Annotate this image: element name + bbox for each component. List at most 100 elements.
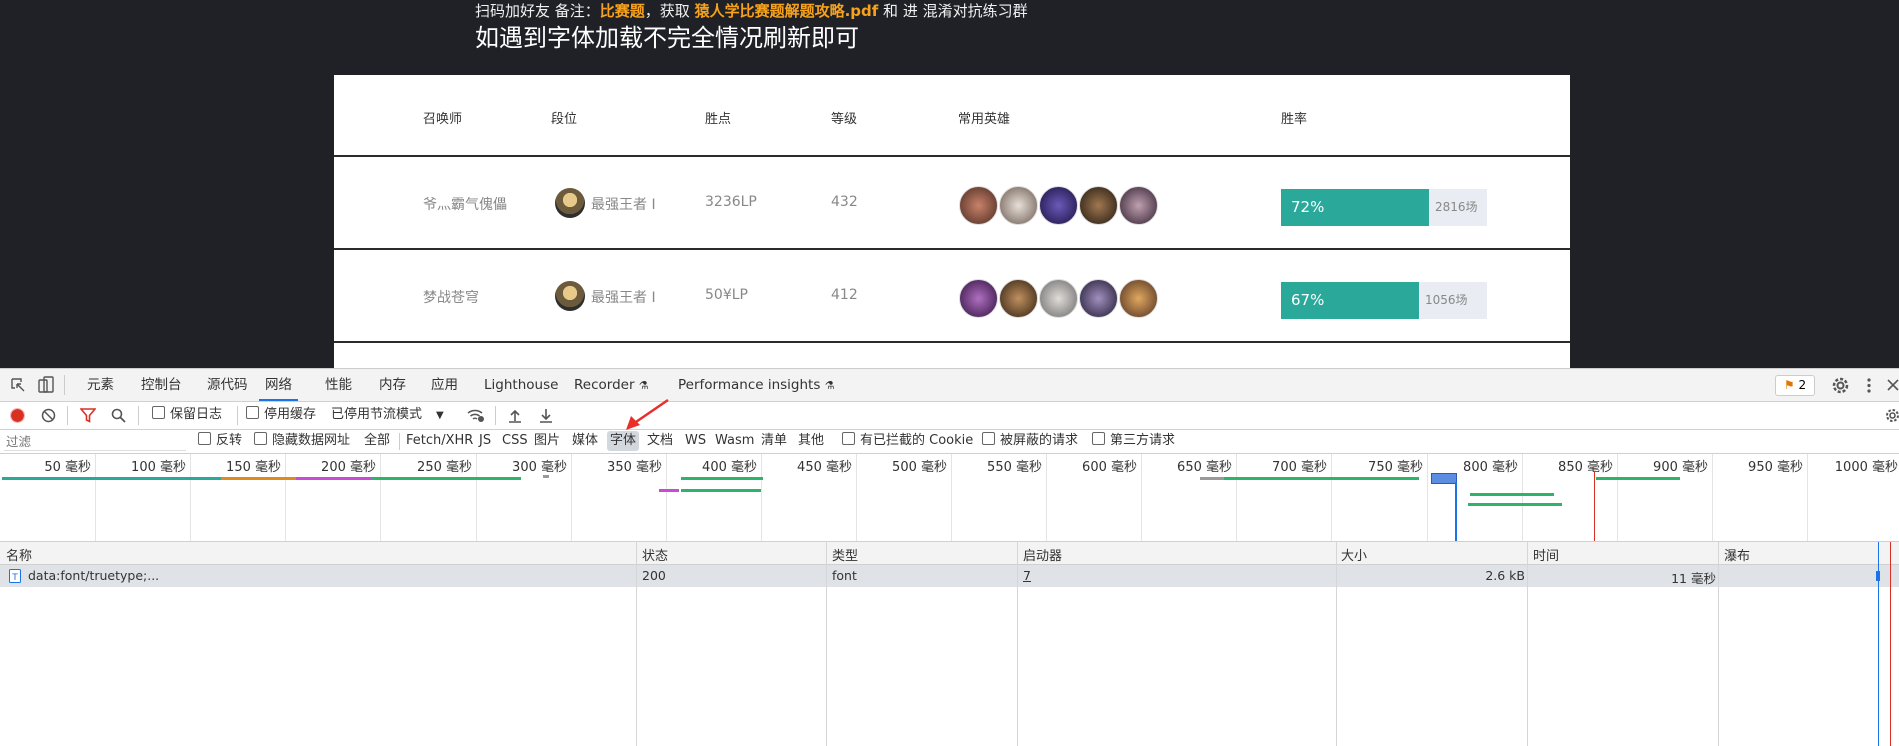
filter-type-css[interactable]: CSS xyxy=(502,429,528,453)
tab-lighthouse[interactable]: Lighthouse xyxy=(484,369,558,401)
column-waterfall[interactable]: 瀑布 xyxy=(1724,545,1750,564)
tab-memory[interactable]: 内存 xyxy=(379,369,406,401)
summoner-name: 梦战苍穹 xyxy=(423,290,479,306)
preserve-log-checkbox[interactable]: 保留日志 xyxy=(152,403,222,427)
more-options-icon[interactable] xyxy=(1866,377,1872,394)
header-win-rate: 胜率 xyxy=(1281,112,1308,127)
filter-type-ws[interactable]: WS xyxy=(685,429,706,453)
filter-type-other[interactable]: 其他 xyxy=(798,429,824,453)
tier-label: 最强王者 I xyxy=(591,290,656,306)
disable-cache-checkbox[interactable]: 停用缓存 xyxy=(246,403,316,427)
inspect-element-icon[interactable] xyxy=(10,377,26,393)
filter-type-img[interactable]: 图片 xyxy=(534,429,560,453)
network-toolbar: 保留日志 停用缓存 已停用节流模式 ▼ xyxy=(0,402,1899,430)
hide-data-urls-checkbox[interactable]: 隐藏数据网址 xyxy=(254,429,350,453)
timeline-request-segment xyxy=(659,489,679,492)
invert-checkbox[interactable]: 反转 xyxy=(198,429,242,453)
timeline-gridline xyxy=(1331,454,1332,541)
filter-type-fetch-xhr[interactable]: Fetch/XHR xyxy=(406,429,473,453)
third-party-checkbox[interactable]: 第三方请求 xyxy=(1092,429,1175,453)
column-divider xyxy=(826,542,827,746)
devtools-panel: 元素 控制台 源代码 网络 性能 内存 应用 Lighthouse Record… xyxy=(0,368,1899,746)
close-devtools-icon[interactable] xyxy=(1886,378,1899,392)
tab-network[interactable]: 网络 xyxy=(259,369,298,401)
toolbar-divider xyxy=(67,406,68,425)
timeline-tick-label: 850 毫秒 xyxy=(1558,460,1613,475)
issues-flag-icon: ⚑ xyxy=(1783,378,1795,392)
blocked-requests-checkbox[interactable]: 被屏蔽的请求 xyxy=(982,429,1078,453)
tab-sources[interactable]: 源代码 xyxy=(207,369,248,401)
column-divider xyxy=(636,542,637,746)
search-icon[interactable] xyxy=(111,408,126,423)
timeline-tick-label: 550 毫秒 xyxy=(987,460,1042,475)
header-lp: 胜点 xyxy=(705,112,732,127)
column-size[interactable]: 大小 xyxy=(1341,545,1367,564)
timeline-selection-handle[interactable] xyxy=(1431,473,1457,484)
column-type[interactable]: 类型 xyxy=(832,545,858,564)
disable-cache-label: 停用缓存 xyxy=(264,407,317,422)
network-settings-gear-icon[interactable] xyxy=(1886,409,1899,422)
tab-performance-insights[interactable]: Performance insights ⚗ xyxy=(678,369,835,401)
timeline-tick-label: 500 毫秒 xyxy=(892,460,947,475)
import-har-upload-icon[interactable] xyxy=(508,408,522,423)
request-initiator-link[interactable]: 7 xyxy=(1023,568,1031,583)
timeline-gridline xyxy=(1807,454,1808,541)
column-time[interactable]: 时间 xyxy=(1533,545,1559,564)
timeline-request-segment xyxy=(1596,477,1680,480)
load-event-marker xyxy=(1594,472,1595,541)
settings-gear-icon[interactable] xyxy=(1832,377,1849,394)
request-status: 200 xyxy=(642,568,666,583)
summoner-name: 爷灬霸气傀儡 xyxy=(423,197,507,213)
column-status[interactable]: 状态 xyxy=(642,545,668,564)
dom-content-loaded-line xyxy=(1878,542,1879,746)
tab-console[interactable]: 控制台 xyxy=(141,369,182,401)
toolbar-divider xyxy=(495,406,496,425)
filter-input[interactable] xyxy=(4,432,186,451)
tier-label: 最强王者 I xyxy=(591,197,656,213)
checkbox-box xyxy=(842,432,855,445)
throttling-select[interactable]: 已停用节流模式 ▼ xyxy=(331,403,444,428)
timeline-tick-label: 400 毫秒 xyxy=(702,460,757,475)
blocked-cookies-checkbox[interactable]: 有已拦截的 Cookie xyxy=(842,429,973,453)
tier-emblem-icon xyxy=(555,188,585,218)
column-name[interactable]: 名称 xyxy=(6,545,32,564)
timeline-request-segment xyxy=(681,489,761,492)
filter-funnel-icon[interactable] xyxy=(80,408,96,423)
timeline-tick-label: 1000 毫秒 xyxy=(1834,460,1898,475)
timeline-gridline xyxy=(951,454,952,541)
load-event-line xyxy=(1890,542,1891,746)
experiment-flask-icon: ⚗ xyxy=(824,379,835,392)
announcement-text-3: 和 进 混淆对抗练习群 xyxy=(878,2,1028,20)
level-value: 412 xyxy=(831,287,858,303)
header-tier: 段位 xyxy=(551,112,578,127)
games-count: 2816场 xyxy=(1429,189,1487,226)
filter-type-media[interactable]: 媒体 xyxy=(572,429,598,453)
filter-type-wasm[interactable]: Wasm xyxy=(715,429,754,453)
tab-elements[interactable]: 元素 xyxy=(87,369,114,401)
timeline-gridline xyxy=(1141,454,1142,541)
devtools-tab-bar: 元素 控制台 源代码 网络 性能 内存 应用 Lighthouse Record… xyxy=(0,369,1899,402)
timeline-gridline xyxy=(1522,454,1523,541)
device-toolbar-icon[interactable] xyxy=(38,376,54,394)
issues-counter-button[interactable]: ⚑ 2 xyxy=(1775,375,1815,396)
filter-type-manifest[interactable]: 清单 xyxy=(761,429,787,453)
timeline-gridline xyxy=(1617,454,1618,541)
checkbox-box xyxy=(982,432,995,445)
tab-performance[interactable]: 性能 xyxy=(325,369,352,401)
lp-value: 50¥LP xyxy=(705,287,748,303)
hero-avatar xyxy=(999,279,1038,318)
record-icon[interactable] xyxy=(10,408,25,423)
network-conditions-wifi-icon[interactable] xyxy=(467,408,485,423)
chevron-down-icon: ▼ xyxy=(436,410,444,421)
request-row[interactable]: T data:font/truetype;... 200 font 7 2.6 … xyxy=(0,565,1899,587)
tab-application[interactable]: 应用 xyxy=(431,369,458,401)
column-initiator[interactable]: 启动器 xyxy=(1023,545,1062,564)
clear-icon[interactable] xyxy=(41,408,56,423)
filter-type-all[interactable]: 全部 xyxy=(364,429,390,453)
timeline-tick-label: 650 毫秒 xyxy=(1177,460,1232,475)
checkbox-box xyxy=(246,406,259,419)
filter-type-js[interactable]: JS xyxy=(479,429,491,453)
hero-avatar xyxy=(1119,279,1158,318)
network-overview-timeline[interactable]: 50 毫秒 100 毫秒 150 毫秒 200 毫秒 250 毫秒 300 毫秒 350 毫… xyxy=(0,454,1899,542)
export-har-download-icon[interactable] xyxy=(539,408,553,423)
